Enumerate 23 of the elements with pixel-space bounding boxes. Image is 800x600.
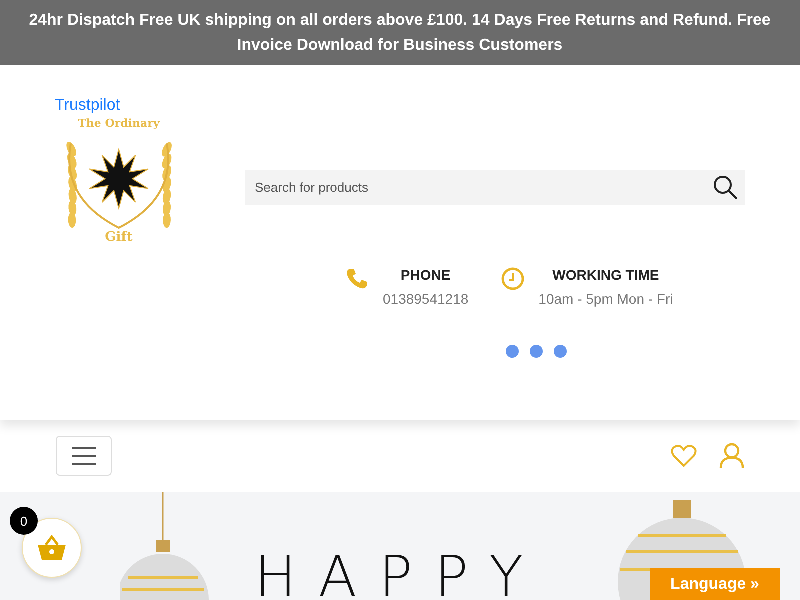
search-field[interactable]: Search for products — [245, 170, 745, 205]
logo[interactable]: The Ordinary Gift — [55, 117, 183, 245]
announcement-text: 24hr Dispatch Free UK shipping on all orders above £100. 14 Days Free Returns and Refund. Free Invoice Download for Business Customers — [28, 10, 772, 56]
user-icon[interactable] — [719, 443, 745, 469]
carousel-dot[interactable] — [554, 345, 567, 358]
menu-button[interactable] — [56, 436, 112, 476]
basket-icon — [37, 535, 67, 561]
menu-icon — [71, 446, 97, 466]
contact-value: 01389541218 — [383, 291, 469, 307]
heart-icon[interactable] — [671, 444, 697, 468]
banner-headline: HAPPY — [254, 548, 546, 600]
contact-title: PHONE — [400, 267, 451, 283]
trustpilot-link[interactable]: Trustpilot — [55, 97, 120, 115]
search-icon[interactable] — [713, 175, 739, 201]
contact-value: 10am - 5pm Mon - Fri — [538, 291, 674, 307]
contact-title: WORKING TIME — [552, 267, 660, 283]
phone-icon — [345, 267, 369, 291]
carousel-dot[interactable] — [506, 345, 519, 358]
cart-button[interactable] — [22, 518, 82, 578]
carousel-dot[interactable] — [530, 345, 543, 358]
cart-count-badge: 0 — [10, 507, 38, 535]
clock-icon — [500, 267, 525, 291]
language-button[interactable]: Language » — [650, 568, 780, 600]
